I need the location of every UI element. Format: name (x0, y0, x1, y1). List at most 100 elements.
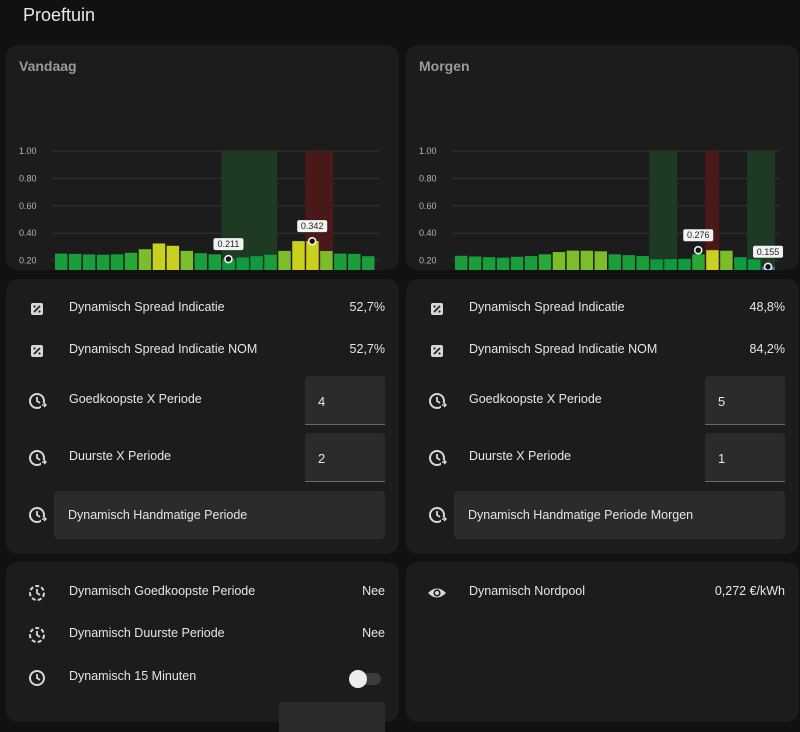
price-label: 0.276 (687, 230, 710, 240)
cheapest-period-input[interactable]: 5 (705, 376, 785, 425)
today-price-chart[interactable]: 1.000.800.600.400.200.000.2110.342 (6, 45, 399, 270)
expensive-status-label: Dynamisch Duurste Periode (69, 626, 225, 640)
manual-period-field[interactable]: Dynamisch Handmatige Periode (54, 491, 385, 539)
cheapest-period-value: 5 (718, 394, 726, 409)
percent-box-icon (431, 303, 443, 315)
price-bar (194, 253, 208, 270)
price-bar (636, 256, 649, 270)
price-bar (292, 241, 305, 270)
toggle-knob (349, 670, 367, 688)
price-bar (678, 258, 691, 270)
price-bar (734, 257, 747, 270)
expensive-status-row[interactable]: Dynamisch Duurste Periode Nee (6, 613, 399, 657)
price-bar (152, 243, 166, 270)
expensive-period-input[interactable]: 1 (705, 433, 785, 482)
price-bar (250, 256, 263, 270)
spread-value: 52,7% (349, 300, 385, 314)
cheapest-status-row[interactable]: Dynamisch Goedkoopste Periode Nee (6, 571, 399, 615)
clock-outline-icon (29, 393, 47, 409)
tomorrow-entities-card: Dynamisch Spread Indicatie 48,8% Dynamis… (406, 279, 799, 554)
price-bar (692, 254, 705, 270)
price-marker (763, 262, 773, 270)
spread-label: Dynamisch Spread Indicatie (469, 300, 625, 314)
eye-icon (428, 588, 446, 598)
highlight-band (649, 151, 678, 270)
expensive-period-value: 1 (718, 451, 726, 466)
price-marker (307, 236, 317, 246)
price-bar (706, 250, 719, 270)
clock-outline-icon (29, 507, 47, 523)
spread-label: Dynamisch Spread Indicatie (69, 300, 225, 314)
price-bar (362, 256, 375, 270)
spread-row[interactable]: Dynamisch Spread Indicatie 52,7% (6, 287, 399, 331)
price-label: 0.211 (218, 239, 240, 249)
nordpool-value: 0,272 €/kWh (714, 584, 785, 598)
quarter-hour-label: Dynamisch 15 Minuten (69, 669, 197, 683)
expensive-period-value: 2 (318, 451, 326, 466)
clock-outline-icon (29, 450, 47, 466)
nordpool-label: Dynamisch Nordpool (469, 584, 586, 598)
manual-period-label: Dynamisch Handmatige Periode (68, 508, 248, 522)
spread-nom-value: 84,2% (749, 342, 785, 356)
price-bar (622, 255, 635, 270)
clock-outline-icon (429, 507, 447, 523)
price-bar (124, 252, 138, 270)
nordpool-row[interactable]: Dynamisch Nordpool 0,272 €/kWh (406, 571, 799, 615)
percent-box-icon (431, 345, 443, 357)
price-bar (552, 252, 566, 270)
y-tick-label: 0.20 (419, 256, 437, 266)
partial-input-field[interactable] (279, 702, 385, 732)
price-bar (55, 253, 68, 270)
price-bar (748, 259, 761, 270)
highlight-band (221, 151, 278, 270)
y-tick-label: 1.00 (19, 146, 37, 156)
manual-period-field[interactable]: Dynamisch Handmatige Periode Morgen (454, 491, 785, 539)
clock-outline-icon (429, 450, 447, 466)
price-bar (664, 259, 677, 270)
y-tick-label: 0.60 (19, 201, 37, 211)
price-bar (455, 255, 468, 270)
spread-row[interactable]: Dynamisch Spread Indicatie 48,8% (406, 287, 799, 331)
today-entities-card: Dynamisch Spread Indicatie 52,7% Dynamis… (6, 279, 399, 554)
today-chart-card: Vandaag 1.000.800.600.400.200.000.2110.3… (6, 45, 399, 270)
price-bar (510, 256, 524, 270)
clock-dashed-icon (29, 627, 45, 643)
quarter-hour-toggle[interactable] (349, 670, 381, 688)
manual-period-label: Dynamisch Handmatige Periode Morgen (468, 508, 694, 522)
today-status-card: Dynamisch Goedkoopste Periode Nee Dynami… (6, 562, 399, 732)
price-bar (524, 256, 538, 270)
spread-nom-label: Dynamisch Spread Indicatie NOM (69, 342, 258, 356)
price-marker (693, 245, 703, 255)
quarter-hour-row[interactable]: Dynamisch 15 Minuten (6, 656, 399, 700)
price-bar (348, 253, 361, 270)
price-bar (166, 245, 180, 270)
price-bar (264, 254, 277, 270)
page-title: Proeftuin (23, 5, 96, 25)
price-bar (236, 257, 249, 270)
expensive-period-label: Duurste X Periode (469, 449, 572, 463)
cheapest-status-value: Nee (362, 584, 385, 598)
price-bar (538, 254, 552, 270)
price-bar (580, 250, 594, 270)
y-tick-label: 0.40 (419, 228, 437, 238)
spread-nom-value: 52,7% (349, 342, 385, 356)
price-bar (320, 251, 333, 270)
y-tick-label: 1.00 (419, 146, 437, 156)
price-bar (138, 249, 152, 270)
price-bar (482, 257, 496, 270)
tomorrow-price-chart[interactable]: 1.000.800.600.400.200.000.2760.155 (406, 45, 799, 270)
price-marker (224, 254, 233, 264)
expensive-period-input[interactable]: 2 (305, 433, 385, 482)
clock-icon (29, 670, 45, 686)
price-bar (278, 250, 291, 270)
spread-nom-row[interactable]: Dynamisch Spread Indicatie NOM 52,7% (6, 329, 399, 373)
expensive-status-value: Nee (362, 626, 385, 640)
cheapest-period-input[interactable]: 4 (305, 376, 385, 425)
y-tick-label: 0.20 (19, 256, 37, 266)
clock-dashed-icon (29, 585, 45, 601)
clock-outline-icon (429, 393, 447, 409)
price-bar (608, 254, 621, 270)
spread-nom-row[interactable]: Dynamisch Spread Indicatie NOM 84,2% (406, 329, 799, 373)
price-bar (594, 251, 608, 270)
price-bar (720, 250, 733, 270)
